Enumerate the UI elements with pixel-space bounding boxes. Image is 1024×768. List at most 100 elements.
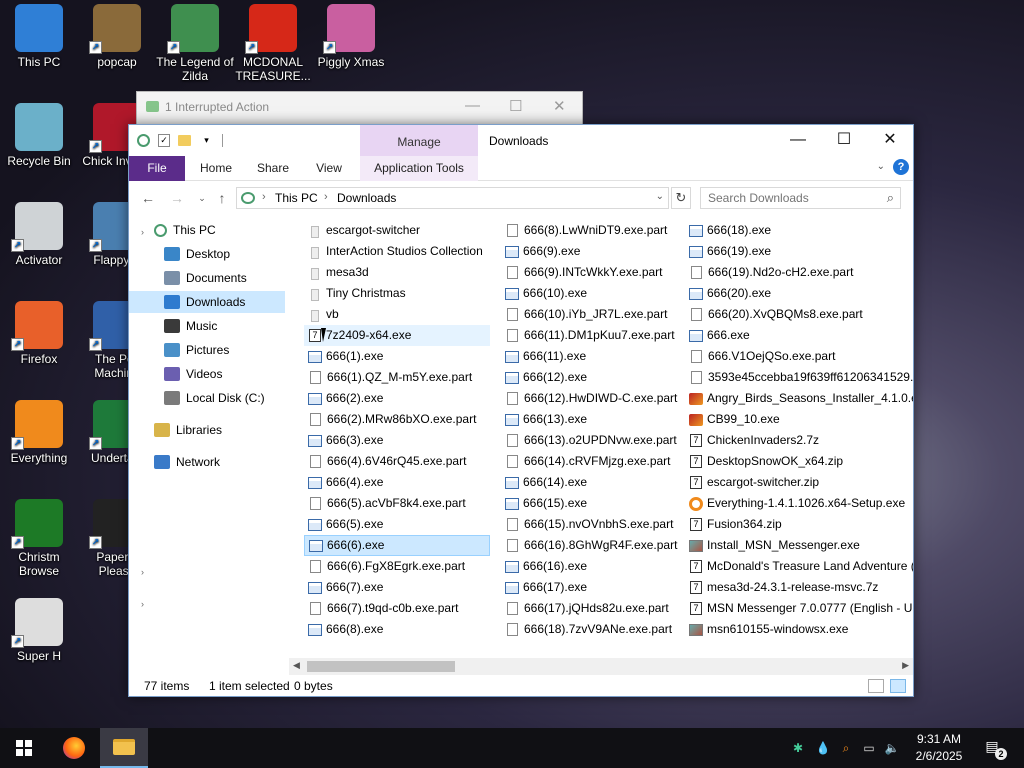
tab-file[interactable]: File bbox=[129, 156, 185, 181]
file-item[interactable]: 666(18).7zvV9ANe.exe.part bbox=[501, 619, 681, 640]
desktop-icon[interactable]: Recycle Bin bbox=[0, 103, 78, 168]
file-item[interactable]: 666(10).exe bbox=[501, 283, 681, 304]
start-button[interactable] bbox=[0, 728, 48, 768]
nav-this-pc[interactable]: This PC bbox=[154, 219, 284, 241]
properties-icon[interactable]: ✓ bbox=[158, 134, 170, 147]
file-item[interactable]: 666(14).cRVFMjzg.exe.part bbox=[501, 451, 681, 472]
file-item[interactable]: mesa3d bbox=[304, 262, 490, 283]
file-item[interactable]: 666(9).INTcWkkY.exe.part bbox=[501, 262, 681, 283]
file-item[interactable]: 666(16).exe bbox=[501, 556, 681, 577]
scroll-left-icon[interactable]: ◀ bbox=[293, 660, 300, 671]
maximize-button[interactable]: ☐ bbox=[821, 125, 867, 156]
file-item[interactable]: 7 ChickenInvaders2.7z bbox=[685, 430, 913, 451]
scrollbar-thumb[interactable] bbox=[307, 661, 455, 672]
address-dropdown-icon[interactable]: ⌄ bbox=[656, 191, 664, 202]
desktop-icon[interactable]: ↗ Piggly Xmas bbox=[312, 4, 390, 69]
ghost-minimize-button[interactable]: — bbox=[465, 97, 480, 114]
drop-tray-icon[interactable]: 💧 bbox=[815, 740, 831, 756]
nav-music[interactable]: Music bbox=[164, 315, 294, 337]
file-item[interactable]: 666(20).XvQBQMs8.exe.part bbox=[685, 304, 913, 325]
file-item[interactable]: 666.exe bbox=[685, 325, 913, 346]
file-item[interactable]: 666(4).exe bbox=[304, 472, 490, 493]
breadcrumb-chevron-icon[interactable]: › bbox=[324, 191, 328, 203]
nav-network[interactable]: Network bbox=[154, 451, 284, 473]
details-view-button[interactable] bbox=[868, 679, 884, 693]
file-item[interactable]: 666(5).exe bbox=[304, 514, 490, 535]
everything-tray-icon[interactable]: ⌕ bbox=[838, 740, 854, 756]
expand-ribbon-icon[interactable]: ⌄ bbox=[877, 161, 885, 172]
file-item[interactable]: 666(18).exe bbox=[685, 220, 913, 241]
file-item[interactable]: 666(13).o2UPDNvw.exe.part bbox=[501, 430, 681, 451]
file-item[interactable]: 7 DesktopSnowOK_x64.zip bbox=[685, 451, 913, 472]
file-item[interactable]: 666(7).exe bbox=[304, 577, 490, 598]
file-item[interactable]: 7 McDonald's Treasure Land Adventure (U bbox=[685, 556, 913, 577]
file-item[interactable]: Everything-1.4.1.1026.x64-Setup.exe bbox=[685, 493, 913, 514]
breadcrumb-this-pc[interactable]: This PC bbox=[275, 191, 318, 205]
desktop-icon[interactable]: ↗ Firefox bbox=[0, 301, 78, 366]
file-item[interactable]: 666(12).exe bbox=[501, 367, 681, 388]
file-item[interactable]: 666(10).iYb_JR7L.exe.part bbox=[501, 304, 681, 325]
file-item[interactable]: 666(16).8GhWgR4F.exe.part bbox=[501, 535, 681, 556]
file-item[interactable]: 666(12).HwDIWD-C.exe.part bbox=[501, 388, 681, 409]
taskbar-firefox[interactable] bbox=[50, 728, 98, 768]
breadcrumb-chevron-icon[interactable]: › bbox=[262, 191, 266, 203]
desktop-icon[interactable]: ↗ Christm Browse bbox=[0, 499, 78, 578]
file-item[interactable]: InterAction Studios Collection bbox=[304, 241, 490, 262]
explorer-window[interactable]: ✓ ▾ Manage Downloads — ☐ ✕ File Home Sha… bbox=[128, 124, 914, 697]
file-item[interactable]: vb bbox=[304, 304, 490, 325]
file-item[interactable]: 666(15).exe bbox=[501, 493, 681, 514]
taskbar-file-explorer[interactable] bbox=[100, 728, 148, 768]
tab-manage[interactable]: Manage bbox=[360, 125, 478, 156]
ghost-close-button[interactable]: ✕ bbox=[553, 97, 566, 115]
file-item[interactable]: 666(15).nvOVnbhS.exe.part bbox=[501, 514, 681, 535]
desktop-icon[interactable]: ↗ Super H bbox=[0, 598, 78, 663]
file-item[interactable]: 3593e45ccebba19f639ff61206341529.wsz bbox=[685, 367, 913, 388]
new-folder-icon[interactable] bbox=[178, 135, 191, 146]
file-item[interactable]: 666(6).exe bbox=[304, 535, 490, 556]
large-icons-view-button[interactable] bbox=[890, 679, 906, 693]
file-item[interactable]: 666(6).FgX8Egrk.exe.part bbox=[304, 556, 490, 577]
horizontal-scrollbar[interactable]: ◀ ▶ bbox=[289, 658, 913, 675]
file-item[interactable]: 666(8).LwWniDT9.exe.part bbox=[501, 220, 681, 241]
forward-button[interactable]: → bbox=[167, 188, 187, 208]
close-button[interactable]: ✕ bbox=[867, 125, 913, 156]
file-item[interactable]: 666(19).exe bbox=[685, 241, 913, 262]
file-item[interactable]: 666(3).exe bbox=[304, 430, 490, 451]
nav-libraries[interactable]: Libraries bbox=[154, 419, 284, 441]
desktop-icon[interactable]: ↗ popcap bbox=[78, 4, 156, 69]
file-item[interactable]: 666(20).exe bbox=[685, 283, 913, 304]
expand-chevron-icon[interactable]: › bbox=[141, 567, 144, 577]
file-item[interactable]: 666(1).exe bbox=[304, 346, 490, 367]
file-item[interactable]: 7 escargot-switcher.zip bbox=[685, 472, 913, 493]
file-item[interactable]: msn610155-windowsx.exe bbox=[685, 619, 913, 640]
desktop-icon[interactable]: ↗ Activator bbox=[0, 202, 78, 267]
tab-share[interactable]: Share bbox=[249, 156, 297, 181]
file-item[interactable]: 666(2).exe bbox=[304, 388, 490, 409]
file-item[interactable]: 666.V1OejQSo.exe.part bbox=[685, 346, 913, 367]
file-item[interactable]: 7 mesa3d-24.3.1-release-msvc.7z bbox=[685, 577, 913, 598]
file-item[interactable]: 666(13).exe bbox=[501, 409, 681, 430]
file-item[interactable]: Install_MSN_Messenger.exe bbox=[685, 535, 913, 556]
network-tray-icon[interactable]: ✱ bbox=[790, 740, 806, 756]
tab-view[interactable]: View bbox=[305, 156, 353, 181]
ghost-maximize-button[interactable]: ☐ bbox=[509, 97, 522, 115]
file-item[interactable]: 666(11).exe bbox=[501, 346, 681, 367]
recent-locations-button[interactable]: ⌄ bbox=[192, 188, 212, 208]
volume-muted-icon[interactable]: 🔈 bbox=[884, 740, 900, 756]
file-item[interactable]: 666(17).exe bbox=[501, 577, 681, 598]
tab-home[interactable]: Home bbox=[191, 156, 241, 181]
file-item[interactable]: Angry_Birds_Seasons_Installer_4.1.0.exe bbox=[685, 388, 913, 409]
file-item[interactable]: Tiny Christmas bbox=[304, 283, 490, 304]
back-button[interactable]: ← bbox=[138, 188, 158, 208]
file-item[interactable]: 666(9).exe bbox=[501, 241, 681, 262]
file-item[interactable]: 666(14).exe bbox=[501, 472, 681, 493]
search-box[interactable]: ⌕ bbox=[700, 187, 901, 209]
title-bar[interactable]: ✓ ▾ Manage Downloads — ☐ ✕ bbox=[129, 125, 913, 156]
search-input[interactable] bbox=[701, 188, 876, 208]
scroll-right-icon[interactable]: ▶ bbox=[902, 660, 909, 671]
tab-application-tools[interactable]: Application Tools bbox=[360, 156, 478, 181]
file-item[interactable]: 666(11).DM1pKuu7.exe.part bbox=[501, 325, 681, 346]
file-item[interactable]: 666(2).MRw86bXO.exe.part bbox=[304, 409, 490, 430]
nav-desktop[interactable]: Desktop bbox=[164, 243, 294, 265]
file-item[interactable]: 666(1).QZ_M-m5Y.exe.part bbox=[304, 367, 490, 388]
